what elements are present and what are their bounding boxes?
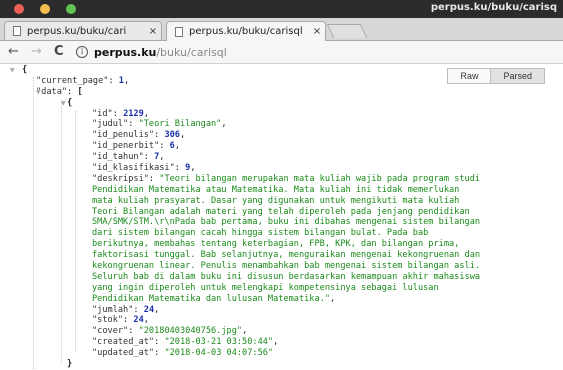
json-key: "stok" xyxy=(92,315,124,326)
json-brace: } xyxy=(67,359,73,370)
json-string: Teori Bilangan adalah materi yang telah … xyxy=(92,206,470,217)
json-number: 24 xyxy=(143,304,155,315)
json-key: "jumlah" xyxy=(92,304,134,315)
json-key: "data" xyxy=(36,86,68,97)
json-string: yang ingin diperoleh untuk melengkapi ko… xyxy=(92,282,439,293)
json-number: 2129 xyxy=(123,108,144,119)
json-string: Pendidikan Matematika dan lulusan Matema… xyxy=(92,293,330,304)
page-icon xyxy=(13,26,21,36)
json-key: "updated_at" xyxy=(92,348,155,359)
json-number: 7 xyxy=(154,152,160,163)
json-number: 9 xyxy=(185,163,191,174)
tab-close-icon[interactable]: × xyxy=(309,26,325,37)
json-string: "Teori Bilangan" xyxy=(138,119,222,130)
browser-toolbar: ← → C i perpus.ku /buku/carisql xyxy=(0,41,563,64)
json-key: "created_at" xyxy=(92,337,155,348)
tab-carisql[interactable]: perpus.ku/buku/carisql × xyxy=(166,21,326,41)
json-brace: { xyxy=(67,97,73,108)
window-titlebar: perpus.ku/buku/carisq xyxy=(0,0,563,18)
url-host: perpus.ku xyxy=(94,45,157,59)
tab-label: perpus.ku/buku/cari xyxy=(27,25,127,37)
json-key: "cover" xyxy=(92,326,129,337)
json-number: 306 xyxy=(164,130,180,141)
json-string: Seluruh bab di dalam buku ini disusun be… xyxy=(92,271,481,282)
forward-arrow-icon[interactable]: → xyxy=(31,43,42,61)
json-number: 24 xyxy=(133,315,144,326)
url-path: /buku/carisql xyxy=(156,45,227,59)
tab-close-icon[interactable]: × xyxy=(145,26,161,37)
json-key: "id_penerbit" xyxy=(92,141,160,152)
json-string: "2018-03-21 03:50:44" xyxy=(164,337,274,348)
new-tab-button[interactable] xyxy=(326,24,368,38)
json-number: 1 xyxy=(118,75,124,86)
tab-cari[interactable]: perpus.ku/buku/cari × xyxy=(4,21,162,40)
json-string: kekongruenan linear. Penulis menambahkan… xyxy=(92,261,481,272)
json-string: "2018-04-03 04:07:56" xyxy=(164,348,274,359)
tab-strip: perpus.ku/buku/cari × perpus.ku/buku/car… xyxy=(0,18,563,41)
json-key: "id_tahun" xyxy=(92,152,144,163)
maximize-window-button[interactable] xyxy=(66,4,76,14)
json-string: "20180403040756.jpg" xyxy=(138,326,243,337)
json-string: SMA/SMK/STM.\r\nPada bab pertama, buku i… xyxy=(92,217,481,228)
json-viewer: ▼ ▼ ▼ Raw Parsed { "current_page": 1, "d… xyxy=(0,64,563,370)
json-key: "deskripsi" xyxy=(92,173,149,184)
close-window-button[interactable] xyxy=(14,4,24,14)
json-key: "id" xyxy=(92,108,113,119)
json-string: faktorisasi tunggal. Bab selanjutnya, me… xyxy=(92,250,481,261)
json-string: dari sistem bilangan cacah hingga sistem… xyxy=(92,228,429,239)
json-string: Pendidikan Matematika atau Matematika. M… xyxy=(92,184,460,195)
json-string: "Teori bilangan merupakan mata kuliah wa… xyxy=(159,173,481,184)
json-string: mata kuliah prasyarat. Dasar yang diguna… xyxy=(92,195,460,206)
json-key: "current_page" xyxy=(36,75,109,86)
json-key: "id_klasifikasi" xyxy=(92,163,175,174)
tab-label: perpus.ku/buku/carisql xyxy=(189,26,303,37)
parsed-button[interactable]: Parsed xyxy=(491,68,545,84)
json-brace: { xyxy=(22,65,28,75)
minimize-window-button[interactable] xyxy=(40,4,50,14)
json-key: "judul" xyxy=(92,119,129,130)
back-arrow-icon[interactable]: ← xyxy=(8,43,19,61)
page-icon xyxy=(175,26,183,37)
address-bar[interactable]: i perpus.ku /buku/carisql xyxy=(76,43,559,61)
json-bracket: [ xyxy=(77,86,83,97)
json-number: 6 xyxy=(169,141,175,152)
window-title: perpus.ku/buku/carisq xyxy=(430,2,557,13)
info-icon[interactable]: i xyxy=(76,46,88,58)
json-string: berikutnya, membahas tentang keterbagian… xyxy=(92,239,460,250)
reload-icon[interactable]: C xyxy=(54,43,64,61)
json-content: { "current_page": 1, "data": [ { "id": 2… xyxy=(0,65,480,370)
json-key: "id_penulis" xyxy=(92,130,155,141)
